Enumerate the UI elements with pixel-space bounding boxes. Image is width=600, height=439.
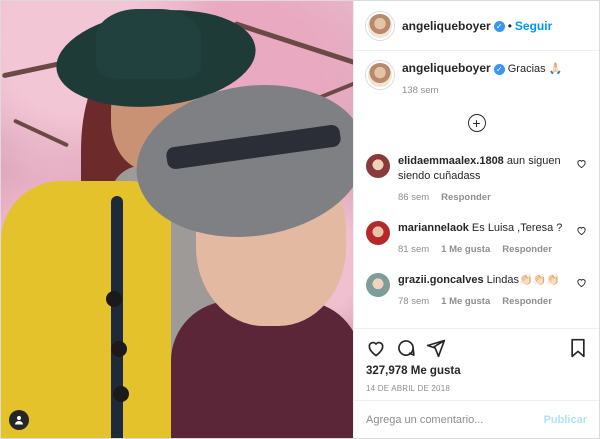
paper-plane-icon[interactable] [426, 338, 446, 358]
verified-badge-icon: ✓ [493, 21, 505, 33]
caption: angeliqueboyer ✓ Gracias 🙏🏻 138 sem [366, 61, 587, 96]
comment-like-icon[interactable] [576, 225, 587, 236]
green-hat-crown [96, 9, 201, 79]
caption-age[interactable]: 138 sem [402, 85, 438, 96]
comment-age[interactable]: 81 sem [398, 244, 429, 255]
comment-item: grazii.goncalves Lindas👏🏻👏🏻👏🏻 78 sem 1 Me … [366, 273, 587, 307]
bookmark-icon[interactable] [569, 338, 587, 358]
load-more-comments[interactable]: + [366, 114, 587, 132]
avatar[interactable] [366, 154, 390, 178]
yellow-coat [1, 181, 171, 438]
comment-age[interactable]: 78 sem [398, 296, 429, 307]
reply-button[interactable]: Responder [441, 192, 491, 203]
caption-username[interactable]: angeliqueboyer [402, 61, 491, 75]
comment-item: elidaemmaalex.1808 aun siguen siendo cuña… [366, 154, 587, 203]
likes-count[interactable]: 327,978 Me gusta [366, 365, 587, 377]
avatar[interactable] [366, 11, 394, 40]
comment-like-icon[interactable] [576, 158, 587, 169]
comment-username[interactable]: grazii.goncalves [398, 274, 484, 286]
comment-likes[interactable]: 1 Me gusta [441, 244, 490, 255]
post-actions: 327,978 Me gusta 14 de abril de 2018 [354, 328, 599, 400]
comment-text: Lindas👏🏻👏🏻👏🏻 [486, 274, 561, 286]
author-username[interactable]: angeliqueboyer [402, 19, 491, 33]
follow-button[interactable]: Seguir [515, 19, 552, 33]
instagram-post: angeliqueboyer ✓ • Seguir angeliqueboyer ✓ G… [0, 0, 600, 439]
post-date[interactable]: 14 de abril de 2018 [366, 384, 587, 393]
post-header: angeliqueboyer ✓ • Seguir [354, 1, 599, 51]
comment-username[interactable]: elidaemmaalex.1808 [398, 155, 504, 167]
verified-badge-icon: ✓ [493, 63, 505, 75]
comment-likes[interactable]: 1 Me gusta [441, 296, 490, 307]
coat-button [113, 386, 129, 402]
comment-like-icon[interactable] [576, 277, 587, 288]
user-tag-icon[interactable] [9, 410, 29, 430]
avatar[interactable] [366, 61, 394, 89]
avatar[interactable] [366, 273, 390, 297]
header-user: angeliqueboyer ✓ • Seguir [402, 19, 552, 33]
comment-username[interactable]: mariannelaok [398, 222, 469, 234]
avatar[interactable] [366, 221, 390, 245]
reply-button[interactable]: Responder [502, 244, 552, 255]
publish-button[interactable]: Publicar [544, 414, 587, 426]
caption-text: Gracias 🙏🏻 [507, 63, 563, 75]
add-comment-bar: Publicar [354, 400, 599, 438]
action-icons [366, 337, 587, 359]
reply-button[interactable]: Responder [502, 296, 552, 307]
comment-text: Es Luisa ,Teresa ? [471, 222, 563, 234]
comment-item: mariannelaok Es Luisa ,Teresa ? 81 sem 1 M… [366, 221, 587, 255]
plus-circle-icon[interactable]: + [467, 114, 486, 132]
post-photo[interactable] [1, 1, 353, 438]
comment-icon[interactable] [396, 338, 416, 358]
comments-list: angeliqueboyer ✓ Gracias 🙏🏻 138 sem + eli… [354, 51, 599, 328]
comment-input[interactable] [366, 413, 544, 426]
heart-icon[interactable] [366, 338, 386, 358]
comment-age[interactable]: 86 sem [398, 192, 429, 203]
coat-button [111, 341, 127, 357]
separator: • [507, 18, 512, 33]
post-sidebar: angeliqueboyer ✓ • Seguir angeliqueboyer ✓ G… [353, 1, 599, 438]
coat-button [106, 291, 122, 307]
